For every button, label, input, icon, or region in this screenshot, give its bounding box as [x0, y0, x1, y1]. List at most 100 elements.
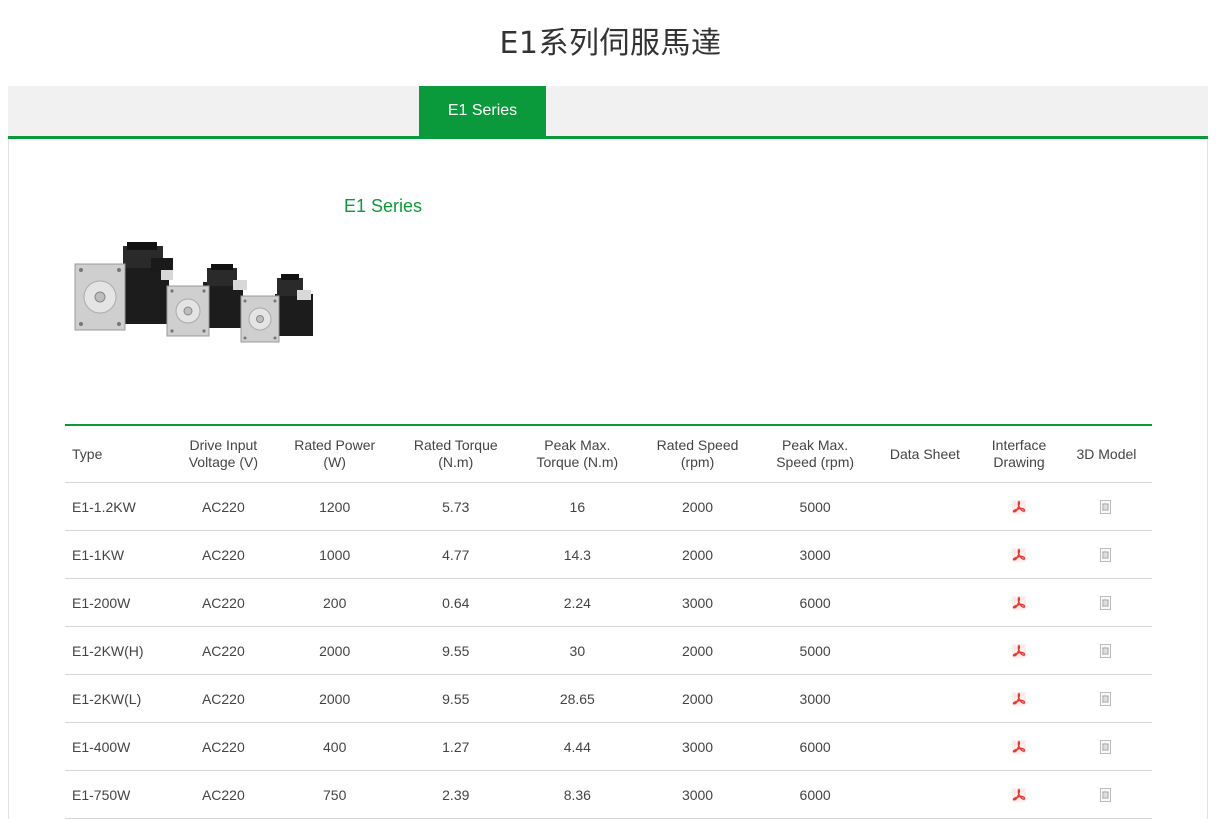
pdf-icon[interactable] — [1011, 787, 1027, 803]
cell-peak-speed: 3000 — [757, 530, 873, 579]
3d-model-icon[interactable] — [1098, 595, 1114, 611]
cell-type: E1-2KW(L) — [65, 674, 172, 723]
cell-torque: 0.64 — [394, 578, 518, 627]
cell-power: 1200 — [275, 482, 395, 531]
cell-type: E1-1.2KW — [65, 482, 172, 531]
cell-power: 2000 — [275, 626, 395, 675]
cell-peak-speed: 3000 — [757, 674, 873, 723]
cell-peak-torque: 28.65 — [517, 674, 638, 723]
cell-peak-speed: 5000 — [757, 626, 873, 675]
cell-voltage: AC220 — [171, 482, 276, 531]
cell-voltage: AC220 — [171, 770, 276, 819]
column-header: Rated Speed (rpm) — [637, 425, 758, 483]
cell-peak-torque: 2.24 — [517, 578, 638, 627]
servo-motor-image — [74, 242, 313, 343]
column-header-text: Type — [72, 445, 103, 462]
cell-speed: 2000 — [637, 674, 758, 723]
table-row: E1-2KW(H) AC220 2000 9.55 30 2000 5000 — [65, 626, 1152, 675]
column-header: Peak Max. Speed (rpm) — [757, 425, 873, 483]
table-row: E1-1.2KW AC220 1200 5.73 16 2000 5000 — [65, 482, 1152, 531]
cell-data-sheet — [872, 770, 978, 819]
cell-torque: 5.73 — [394, 482, 518, 531]
column-header-text: Drive Input — [189, 437, 258, 453]
tab-e1-series[interactable]: E1 Series — [419, 86, 546, 136]
cell-voltage: AC220 — [171, 578, 276, 627]
cell-power: 200 — [275, 578, 395, 627]
cell-interface-drawing — [977, 722, 1061, 771]
column-header-text: (N.m) — [438, 454, 474, 470]
cell-peak-torque: 4.44 — [517, 722, 638, 771]
column-header: Peak Max. Torque (N.m) — [517, 425, 638, 483]
cell-3d-model — [1060, 482, 1152, 531]
column-header-text: Data Sheet — [889, 445, 960, 462]
cell-speed: 3000 — [637, 578, 758, 627]
3d-model-icon[interactable] — [1098, 547, 1114, 563]
tab-bar: E1 Series — [8, 86, 1208, 139]
cell-interface-drawing — [977, 482, 1061, 531]
pdf-icon[interactable] — [1011, 547, 1027, 563]
column-header: Drive Input Voltage (V) — [171, 425, 276, 483]
cell-peak-speed: 6000 — [757, 770, 873, 819]
pdf-icon[interactable] — [1011, 691, 1027, 707]
pdf-icon[interactable] — [1011, 499, 1027, 515]
cell-torque: 1.27 — [394, 722, 518, 771]
pdf-icon[interactable] — [1011, 595, 1027, 611]
column-header: Interface Drawing — [977, 425, 1061, 483]
cell-interface-drawing — [977, 626, 1061, 675]
spec-table-body: E1-1.2KW AC220 1200 5.73 16 2000 5000 E1-1KW AC2… — [65, 482, 1152, 819]
column-header-text: Peak Max. — [782, 437, 849, 453]
column-header: Type — [65, 425, 172, 483]
cell-peak-torque: 14.3 — [517, 530, 638, 579]
table-row: E1-750W AC220 750 2.39 8.36 3000 6000 — [65, 770, 1152, 819]
cell-power: 400 — [275, 722, 395, 771]
cell-speed: 3000 — [637, 770, 758, 819]
cell-interface-drawing — [977, 674, 1061, 723]
cell-power: 2000 — [275, 674, 395, 723]
cell-interface-drawing — [977, 770, 1061, 819]
3d-model-icon[interactable] — [1098, 691, 1114, 707]
column-header: Data Sheet — [872, 425, 978, 483]
cell-type: E1-1KW — [65, 530, 172, 579]
cell-peak-torque: 30 — [517, 626, 638, 675]
column-header-text: Rated Torque — [413, 437, 498, 453]
table-row: E1-2KW(L) AC220 2000 9.55 28.65 2000 3000 — [65, 674, 1152, 723]
cell-peak-speed: 6000 — [757, 722, 873, 771]
3d-model-icon[interactable] — [1098, 643, 1114, 659]
cell-3d-model — [1060, 530, 1152, 579]
cell-torque: 9.55 — [394, 674, 518, 723]
3d-model-icon[interactable] — [1098, 499, 1114, 515]
cell-voltage: AC220 — [171, 722, 276, 771]
3d-model-icon[interactable] — [1098, 787, 1114, 803]
column-header: 3D Model — [1060, 425, 1152, 483]
column-header-text: Peak Max. — [544, 437, 611, 453]
cell-3d-model — [1060, 722, 1152, 771]
cell-data-sheet — [872, 626, 978, 675]
cell-voltage: AC220 — [171, 530, 276, 579]
cell-type: E1-2KW(H) — [65, 626, 172, 675]
page-title: E1系列伺服馬達 — [499, 26, 722, 61]
cell-peak-speed: 6000 — [757, 578, 873, 627]
table-header-row: Type Drive Input Voltage (V) Rated Power (W)… — [65, 425, 1152, 483]
cell-torque: 9.55 — [394, 626, 518, 675]
cell-data-sheet — [872, 722, 978, 771]
cell-type: E1-750W — [65, 770, 172, 819]
cell-3d-model — [1060, 674, 1152, 723]
series-title: E1 Series — [344, 196, 423, 216]
3d-model-icon[interactable] — [1098, 739, 1114, 755]
column-header-text: (rpm) — [680, 454, 715, 470]
cell-interface-drawing — [977, 578, 1061, 627]
spec-table: Type Drive Input Voltage (V) Rated Power (W)… — [65, 424, 1152, 819]
pdf-icon[interactable] — [1011, 643, 1027, 659]
column-header-text: Torque (N.m) — [536, 454, 619, 470]
cell-type: E1-200W — [65, 578, 172, 627]
cell-data-sheet — [872, 530, 978, 579]
cell-power: 750 — [275, 770, 395, 819]
cell-peak-speed: 5000 — [757, 482, 873, 531]
pdf-icon[interactable] — [1011, 739, 1027, 755]
column-header-text: (W) — [323, 454, 346, 470]
cell-data-sheet — [872, 674, 978, 723]
cell-speed: 3000 — [637, 722, 758, 771]
column-header-text: Drawing — [993, 454, 1045, 470]
column-header-text: Interface — [991, 437, 1047, 453]
table-row: E1-200W AC220 200 0.64 2.24 3000 6000 — [65, 578, 1152, 627]
